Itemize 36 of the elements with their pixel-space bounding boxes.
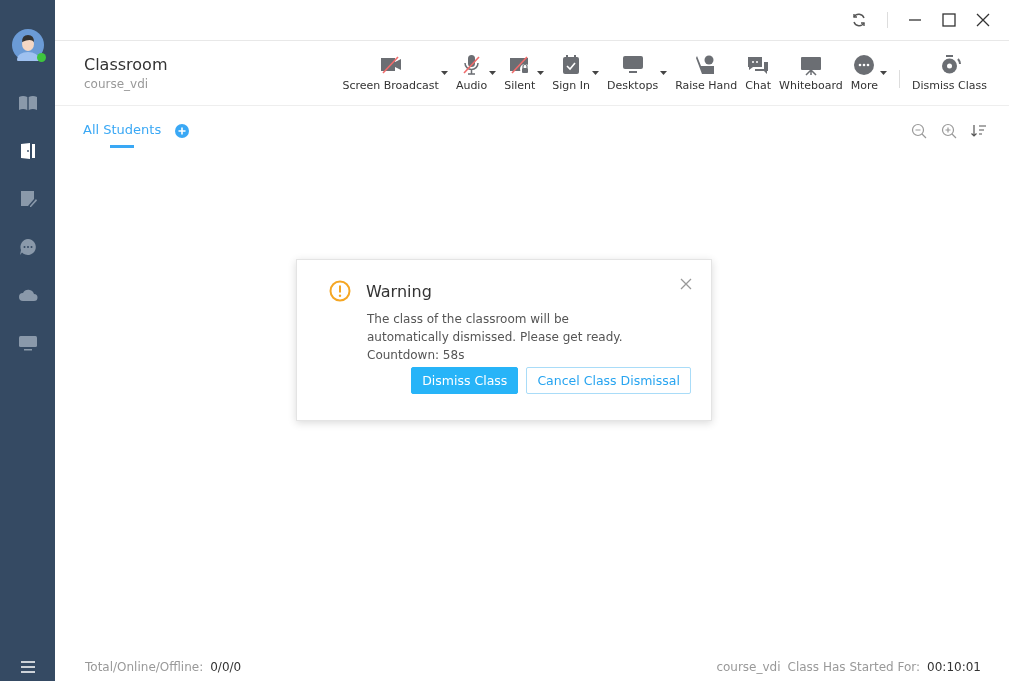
maximize-icon[interactable]: [942, 13, 956, 27]
countdown-text: Countdown: 58s: [367, 347, 466, 364]
course-name: course_vdi: [84, 77, 150, 91]
caret-icon[interactable]: [592, 71, 600, 75]
avatar[interactable]: [11, 29, 44, 61]
toolbar-button[interactable]: Chat: [743, 54, 774, 92]
refresh-icon[interactable]: [851, 12, 867, 28]
warning-icon: [329, 280, 351, 302]
toolbar-button[interactable]: Whiteboard: [777, 54, 845, 92]
toolbar-button[interactable]: More: [848, 54, 881, 92]
add-icon[interactable]: [175, 124, 190, 138]
toolbar-button[interactable]: Sign In: [550, 54, 593, 92]
sort-icon[interactable]: [971, 124, 987, 138]
toolbar-button[interactable]: Silent: [502, 54, 538, 92]
dismiss-class-button[interactable]: Dismiss Class: [910, 54, 989, 92]
elapsed-label: Class Has Started For:: [787, 660, 921, 674]
classroom-title: Classroom: [84, 55, 169, 74]
toolbar-button[interactable]: Audio: [453, 54, 490, 92]
close-icon[interactable]: [976, 13, 990, 27]
toolbar-button[interactable]: Desktops: [605, 54, 661, 92]
course-name: course_vdi: [716, 660, 781, 674]
zoom-in-icon[interactable]: [941, 123, 957, 139]
caret-icon[interactable]: [660, 71, 668, 75]
caret-icon[interactable]: [880, 71, 888, 75]
caret-icon[interactable]: [537, 71, 545, 75]
elapsed-time: 00:10:01: [927, 660, 981, 674]
menu-icon[interactable]: [20, 658, 35, 670]
counts-value: 0/0/0: [210, 660, 242, 674]
zoom-out-icon[interactable]: [911, 123, 927, 139]
counts-label: Total/Online/Offline:: [85, 660, 204, 674]
toolbar-button[interactable]: Screen Broadcast: [340, 54, 441, 92]
caret-icon[interactable]: [440, 71, 448, 75]
toolbar-button[interactable]: Raise Hand: [673, 54, 740, 92]
caret-icon[interactable]: [489, 71, 497, 75]
dialog-title: Warning: [366, 281, 432, 301]
dialog-message: The class of the classroom will be automatically dismissed. Please get ready.: [367, 311, 624, 346]
